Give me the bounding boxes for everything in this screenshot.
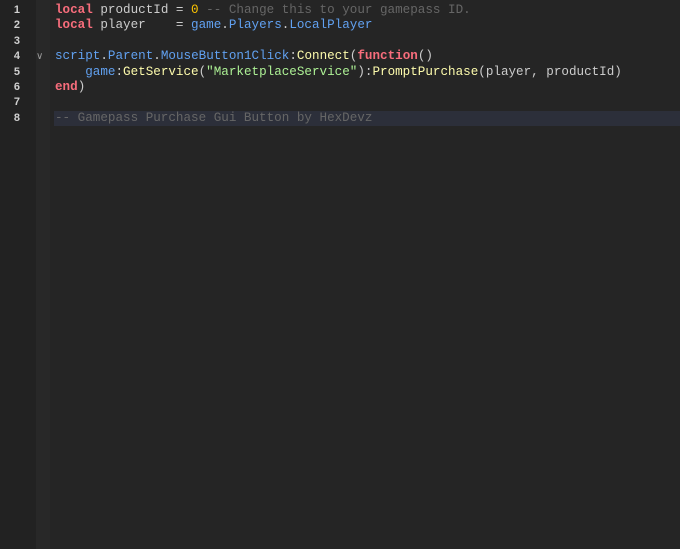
code-line[interactable]: 1 local productId = 0 -- Change this to y…	[14, 3, 680, 18]
code-token: ()	[417, 49, 433, 64]
code-token: script	[55, 49, 101, 64]
code-token: :	[289, 49, 297, 64]
code-line[interactable]: 8 -- Gamepass Purchase Gui Button by HexD…	[14, 110, 680, 127]
code-token: end	[55, 80, 78, 94]
code-token: local	[55, 18, 93, 33]
line-number: 5	[13, 65, 20, 78]
code-token: .	[153, 49, 161, 64]
code-token: LocalPlayer	[289, 18, 373, 33]
code-text: script.Parent.MouseButton1Click:Connect(…	[55, 49, 433, 64]
code-text: game:GetService("MarketplaceService"):Pr…	[55, 65, 622, 80]
code-token: -- Change this to your gamepass ID.	[198, 3, 471, 17]
code-token: :	[115, 64, 124, 79]
code-token: )	[77, 80, 86, 94]
code-line[interactable]: 2 local player = game.Players.LocalPlayer	[14, 18, 680, 33]
code-token: GetService	[123, 64, 199, 79]
code-token: productId =	[92, 3, 192, 17]
line-number: 2	[13, 19, 20, 32]
code-token: Players	[228, 18, 282, 33]
code-token: game	[85, 64, 116, 79]
line-number: 7	[13, 96, 20, 109]
code-text: local player = game.Players.LocalPlayer	[55, 18, 372, 33]
code-token: "MarketplaceService"	[206, 64, 358, 79]
code-line[interactable]: 3	[14, 34, 680, 49]
code-text: -- Gamepass Purchase Gui Button by HexDe…	[55, 111, 372, 126]
code-text: end)	[55, 80, 85, 95]
code-token: (player, productId)	[478, 64, 622, 79]
code-text: local productId = 0 -- Change this to yo…	[55, 3, 471, 18]
code-token: player =	[92, 18, 192, 33]
line-number: 4	[13, 50, 20, 63]
code-line[interactable]: 4 ∨ script.Parent.MouseButton1Click:Connec…	[14, 49, 680, 64]
code-line[interactable]: 5 game:GetService("MarketplaceService"):…	[14, 65, 680, 80]
code-token: -- Gamepass Purchase Gui Button by HexDe…	[55, 110, 373, 125]
code-token: .	[221, 18, 229, 33]
code-token: 0	[191, 3, 199, 17]
code-token: ):	[357, 64, 373, 79]
code-token: Connect	[296, 49, 350, 64]
code-token: Parent	[107, 49, 154, 64]
code-token: function	[357, 49, 418, 64]
line-number: 8	[13, 111, 20, 124]
code-line[interactable]: 7	[14, 95, 680, 110]
code-token: local	[55, 3, 93, 17]
fold-margin	[36, 0, 50, 549]
line-number: 3	[13, 34, 20, 47]
code-token: game	[191, 18, 222, 33]
line-number: 1	[13, 4, 20, 16]
code-token: PromptPurchase	[372, 64, 479, 79]
code-editor[interactable]: 1 local productId = 0 -- Change this to y…	[14, 0, 680, 549]
line-number: 6	[13, 81, 20, 93]
code-line[interactable]: 6 end)	[14, 80, 680, 95]
code-token: .	[100, 49, 108, 64]
code-token: MouseButton1Click	[160, 49, 290, 64]
chevron-down-icon[interactable]: ∨	[36, 49, 43, 64]
